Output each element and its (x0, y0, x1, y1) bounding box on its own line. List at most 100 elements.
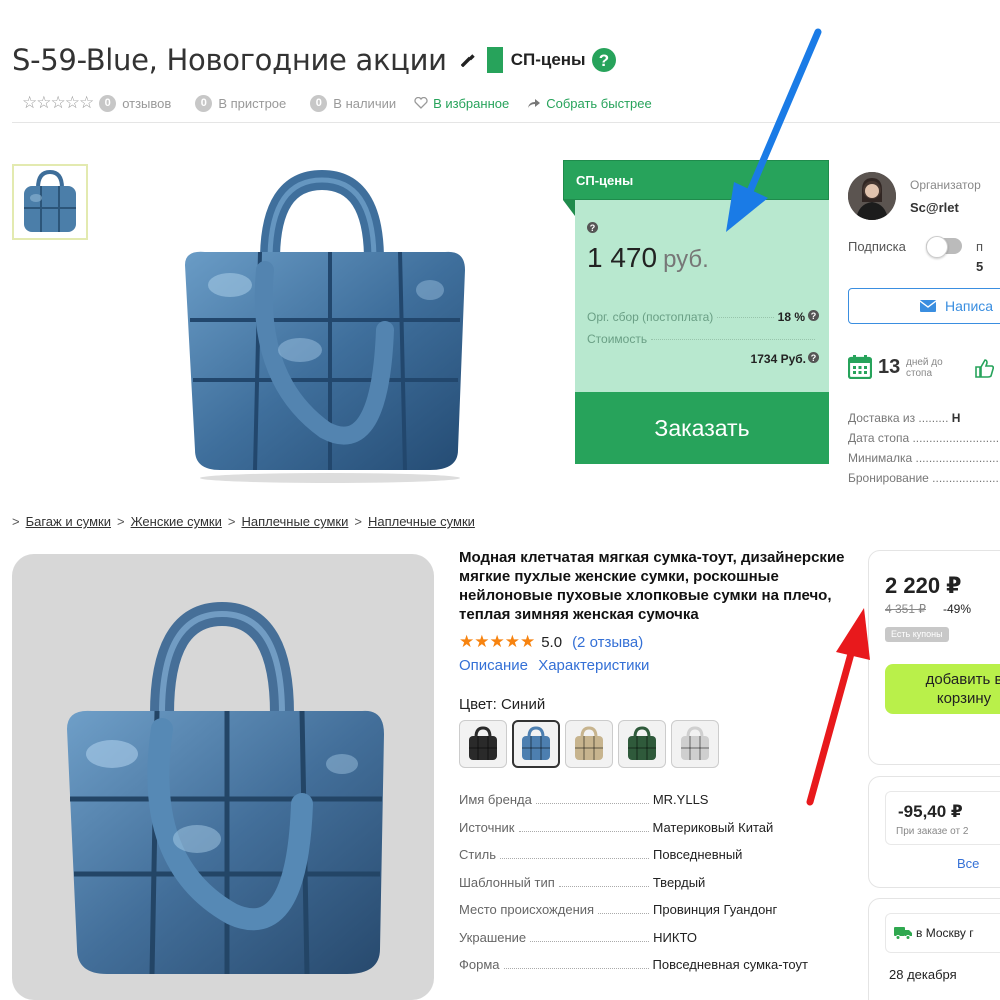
chevron-right-icon: > (227, 514, 236, 529)
reviews-link[interactable]: отзывов (122, 96, 171, 111)
calendar-icon (848, 355, 872, 379)
breadcrumb-item[interactable]: Женские сумки (131, 514, 222, 529)
subscribers-label: п (976, 239, 984, 254)
coupon-condition: При заказе от 2 (896, 826, 969, 837)
spec-value: НИКТО (653, 929, 697, 945)
color-swatch[interactable] (671, 720, 719, 768)
stop-date-label: Дата стопа (848, 431, 910, 445)
share-icon[interactable] (527, 97, 541, 109)
spec-row: Украшение НИКТО (459, 924, 839, 952)
favorites-link[interactable]: В избранное (433, 96, 509, 111)
organizer-avatar[interactable] (848, 172, 896, 220)
spec-dots (518, 830, 649, 832)
purchase-card: 2 220 ₽ 4 351 ₽ -49% Есть купоны добавит… (868, 550, 1000, 765)
stop-date-row: Дата стопа .............................… (848, 431, 1000, 445)
order-button[interactable]: Заказать (575, 392, 829, 464)
days-to-stop-label: дней до стопа (906, 357, 943, 379)
subscribers-count: 5 (976, 259, 984, 274)
spec-value: Провинция Гуандонг (653, 902, 778, 918)
current-price: 2 220 ₽ (885, 573, 962, 598)
delivery-location-button[interactable]: в Москву г (885, 913, 1000, 953)
spec-row: Имя бренда MR.YLLS (459, 786, 839, 814)
add-to-cart-button[interactable]: добавить в корзину (885, 664, 1000, 714)
organizer-role: Организатор (910, 178, 981, 192)
coupon-item[interactable]: -95,40 ₽ При заказе от 2 (885, 791, 1000, 845)
color-swatch[interactable] (618, 720, 666, 768)
spec-value: Материковый Китай (652, 819, 774, 835)
discount-badge: -49% (943, 602, 972, 616)
delivery-card: в Москву г 28 декабря (868, 898, 1000, 1000)
sp-price-currency: руб. (663, 246, 709, 273)
days-to-stop-count: 13 (878, 356, 901, 378)
spec-key: Шаблонный тип (459, 874, 555, 890)
subscription-toggle[interactable] (926, 236, 962, 258)
stock-link[interactable]: В наличии (333, 96, 396, 111)
spec-key: Стиль (459, 847, 496, 863)
spec-key: Форма (459, 957, 500, 973)
rating-stars[interactable]: ☆☆☆☆☆ (22, 93, 94, 113)
red-arrow (806, 608, 870, 806)
attach-link[interactable]: В пристрое (218, 96, 286, 111)
minimum-label: Минималка (848, 451, 913, 465)
sp-price-header-label: СП-цены (576, 173, 634, 188)
sp-badge-bar (486, 47, 503, 73)
bag-swatch-image (469, 726, 497, 760)
heart-icon[interactable] (414, 97, 428, 109)
coupons-badge: Есть купоны (885, 627, 949, 642)
color-swatches (459, 720, 724, 768)
product-thumbnail[interactable] (12, 164, 88, 240)
write-message-button[interactable]: Написа (848, 288, 1000, 324)
color-swatch[interactable] (459, 720, 507, 768)
color-swatch[interactable] (565, 720, 613, 768)
sp-price-body: ? 1 470 руб. Орг. сбор (постоплата) 18 % … (575, 216, 829, 392)
tab-specs[interactable]: Характеристики (538, 657, 649, 674)
spec-dots (535, 803, 649, 805)
breadcrumb-item[interactable]: Наплечные сумки (368, 514, 475, 529)
stock-count-badge: 0 (310, 94, 328, 112)
attach-count-badge: 0 (195, 94, 213, 112)
collect-faster-link[interactable]: Собрать быстрее (546, 96, 652, 111)
spec-dots (598, 913, 650, 915)
coupons-card: -95,40 ₽ При заказе от 2 Все (868, 776, 1000, 888)
bag-thumbnail-image (24, 169, 76, 232)
sp-box-notch (563, 200, 829, 216)
rating-score: 5.0 (541, 633, 563, 651)
organizer-name[interactable]: Sc@rlet (910, 200, 959, 215)
help-icon[interactable]: ? (808, 310, 819, 321)
help-icon[interactable]: ? (591, 48, 616, 72)
sp-price: 1 470 руб. (587, 242, 709, 274)
breadcrumb-item[interactable]: Наплечные сумки (241, 514, 348, 529)
sp-price-box: СП-цены ? 1 470 руб. Орг. сбор (постоплат… (563, 160, 829, 466)
reviews-link[interactable]: (2 отзыва) (572, 634, 643, 651)
spec-key: Украшение (459, 929, 527, 945)
spec-row: Место происхождения Провинция Гуандонг (459, 896, 839, 924)
sp-badge: СП-цены (486, 47, 586, 73)
help-icon[interactable]: ? (808, 352, 819, 363)
spec-row: Стиль Повседневный (459, 841, 839, 869)
help-icon[interactable]: ? (587, 222, 598, 233)
bag-swatch-image (628, 726, 656, 760)
booking-label: Бронирование (848, 471, 929, 485)
days-label-line1: дней до (906, 357, 943, 368)
tab-description[interactable]: Описание (459, 657, 528, 674)
product-title: Модная клетчатая мягкая сумка-тоут, диза… (459, 549, 845, 623)
cost-label: Стоимость (587, 332, 648, 346)
mail-icon (920, 300, 936, 312)
sp-price-value: 1 470 (587, 242, 658, 273)
spec-dots (499, 858, 649, 860)
product-gallery-photo[interactable] (12, 554, 434, 1000)
divider (12, 122, 1000, 123)
all-coupons-link[interactable]: Все (957, 856, 979, 871)
bag-swatch-image (681, 726, 709, 760)
thumbs-up-icon (975, 359, 994, 378)
days-label-line2: стопа (906, 368, 933, 379)
org-fee-value: 18 % (777, 310, 805, 324)
product-main-photo[interactable] (160, 160, 485, 485)
meta-row: ☆☆☆☆☆ 0 отзывов 0 В пристрое 0 В наличии… (22, 92, 652, 114)
wrench-icon[interactable] (460, 53, 475, 67)
color-swatch[interactable] (512, 720, 560, 768)
spec-value: Повседневная сумка-тоут (652, 957, 808, 973)
spec-value: Повседневный (652, 847, 743, 863)
rating-stars: ★★★★★ (459, 632, 536, 651)
breadcrumb-item[interactable]: Багаж и сумки (26, 514, 111, 529)
